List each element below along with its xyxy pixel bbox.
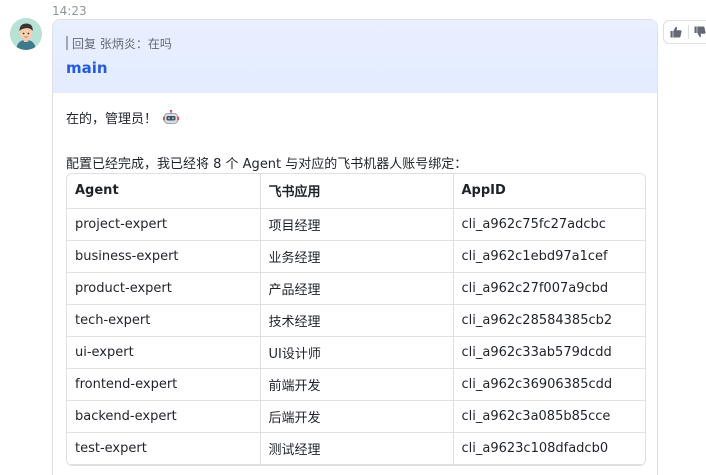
agent-cell: ui-expert xyxy=(67,336,261,369)
agent-cell: test-expert xyxy=(67,432,261,465)
appid-cell: cli_a962c27f007a9cbd xyxy=(453,272,645,305)
table-row: project-expert 项目经理 cli_a962c75fc27adcbc xyxy=(67,208,645,241)
agent-cell: project-expert xyxy=(67,208,261,241)
greeting-text: 在的，管理员！ xyxy=(66,112,158,127)
app-cell: 项目经理 xyxy=(260,208,454,241)
reply-quote[interactable]: 回复 张炳炎：在吗 xyxy=(72,35,172,52)
appid-cell: cli_a962c36906385cdd xyxy=(453,368,645,401)
agent-cell: backend-expert xyxy=(67,400,261,433)
app-cell: UI设计师 xyxy=(260,336,454,369)
app-cell: 测试经理 xyxy=(260,432,454,465)
message-reaction-bar xyxy=(663,20,706,44)
app-cell: 后端开发 xyxy=(260,400,454,433)
table-row: frontend-expert 前端开发 cli_a962c36906385cd… xyxy=(67,368,645,401)
table-row: business-expert 业务经理 cli_a962c1ebd97a1ce… xyxy=(67,240,645,273)
column-header-app: 飞书应用 xyxy=(260,174,454,209)
appid-cell: cli_a9623c108dfadcb0 xyxy=(453,432,645,465)
appid-cell: cli_a962c1ebd97a1cef xyxy=(453,240,645,273)
agent-cell: frontend-expert xyxy=(67,368,261,401)
column-header-appid: AppID xyxy=(453,174,645,209)
app-cell: 业务经理 xyxy=(260,240,454,273)
appid-cell: cli_a962c75fc27adcbc xyxy=(453,208,645,241)
table-row: tech-expert 技术经理 cli_a962c28584385cb2 xyxy=(67,304,645,337)
table-row: test-expert 测试经理 cli_a9623c108dfadcb0 xyxy=(67,432,645,465)
message-card: 回复 张炳炎：在吗 main 在的，管理员！ 配置已经完成，我已经将 8 个 A… xyxy=(52,19,658,475)
avatar-illustration xyxy=(10,18,42,50)
table-row: product-expert 产品经理 cli_a962c27f007a9cbd xyxy=(67,272,645,305)
app-cell: 产品经理 xyxy=(260,272,454,305)
appid-cell: cli_a962c28584385cb2 xyxy=(453,304,645,337)
greeting-line: 在的，管理员！ xyxy=(66,108,180,127)
reply-quote-bar xyxy=(66,36,68,50)
app-cell: 技术经理 xyxy=(260,304,454,337)
user-avatar[interactable] xyxy=(10,18,42,50)
agent-cell: tech-expert xyxy=(67,304,261,337)
robot-emoji-icon xyxy=(163,109,180,126)
appid-cell: cli_a962c33ab579dcdd xyxy=(453,336,645,369)
app-cell: 前端开发 xyxy=(260,368,454,401)
card-title: main xyxy=(66,59,108,77)
table-header-row: Agent 飞书应用 AppID xyxy=(67,174,645,209)
thumbs-up-icon xyxy=(670,26,682,38)
appid-cell: cli_a962c3a085b85cce xyxy=(453,400,645,433)
table-row: backend-expert 后端开发 cli_a962c3a085b85cce xyxy=(67,400,645,433)
table-row: ui-expert UI设计师 cli_a962c33ab579dcdd xyxy=(67,336,645,369)
thumbs-up-button[interactable] xyxy=(664,21,688,43)
chat-page: 14:23 回复 张炳炎：在吗 main 在的，管理员！ 配置已经完成，我已经将… xyxy=(0,0,706,475)
agent-binding-table: Agent 飞书应用 AppID project-expert 项目经理 cli… xyxy=(66,173,646,466)
thumbs-down-button[interactable] xyxy=(689,21,706,43)
column-header-agent: Agent xyxy=(67,174,261,209)
card-header: 回复 张炳炎：在吗 main xyxy=(53,20,657,93)
message-timestamp: 14:23 xyxy=(52,4,87,18)
intro-text: 配置已经完成，我已经将 8 个 Agent 与对应的飞书机器人账号绑定： xyxy=(66,157,468,172)
agent-cell: business-expert xyxy=(67,240,261,273)
agent-cell: product-expert xyxy=(67,272,261,305)
thumbs-down-icon xyxy=(694,26,706,38)
